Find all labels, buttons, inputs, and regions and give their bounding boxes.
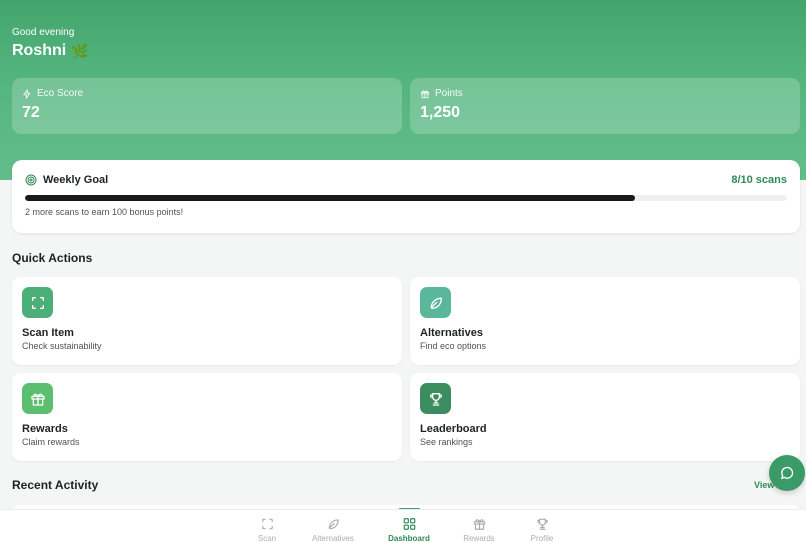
scan-item-name: Scan Item	[22, 327, 74, 339]
alternatives-subtitle: Find eco options	[420, 341, 487, 351]
rewards-action[interactable]: Rewards Claim rewards	[12, 373, 402, 461]
eco-score-label: Eco Score	[37, 88, 84, 99]
leaderboard-action[interactable]: Leaderboard See rankings	[410, 373, 800, 461]
nav-label-profile: Profile	[530, 534, 554, 542]
leaf-emoji-icon: 🌿	[71, 42, 89, 59]
chat-bubble-icon	[781, 466, 794, 479]
target-icon	[25, 174, 37, 186]
chat-button[interactable]	[769, 455, 805, 491]
alternatives-icon-tile	[420, 287, 451, 318]
nav-tab-profile[interactable]: Profile	[510, 510, 574, 542]
points-label-row: Points	[420, 88, 790, 99]
gift-icon	[420, 90, 430, 98]
rewards-name: Rewards	[22, 423, 68, 435]
weekly-goal-header: Weekly Goal 8/10 scans	[25, 174, 787, 186]
gift-icon	[473, 519, 485, 530]
rewards-icon-tile	[22, 383, 53, 414]
scan-item-subtitle: Check sustainability	[22, 341, 102, 351]
dashboard-screen: Good evening Roshni 🌿 Eco Score 72 Point…	[0, 0, 806, 542]
user-name: Roshni 🌿	[12, 42, 89, 60]
nav-tab-dashboard[interactable]: Dashboard	[377, 510, 441, 542]
rewards-subtitle: Claim rewards	[22, 437, 80, 447]
leaf-icon	[430, 297, 442, 309]
weekly-goal-title-row: Weekly Goal	[25, 174, 108, 186]
nav-label-rewards: Rewards	[463, 534, 495, 542]
lightning-icon	[23, 88, 31, 99]
scan-item-icon-tile	[22, 287, 53, 318]
leaf-icon	[328, 519, 339, 530]
trophy-icon	[429, 392, 442, 406]
nav-tab-alternatives[interactable]: Alternatives	[301, 510, 365, 542]
header-hero: Good evening Roshni 🌿 Eco Score 72 Point…	[0, 0, 806, 180]
dashboard-icon	[403, 518, 415, 530]
weekly-goal-title: Weekly Goal	[43, 174, 109, 186]
points-card[interactable]: Points 1,250	[410, 78, 800, 134]
leaderboard-icon-tile	[420, 383, 451, 414]
weekly-goal-progress-fill	[25, 195, 635, 201]
weekly-goal-count: 8/10 scans	[731, 174, 787, 186]
quick-actions-title: Quick Actions	[12, 251, 93, 265]
points-value: 1,250	[420, 104, 461, 121]
gift-icon	[30, 393, 45, 406]
eco-score-value: 72	[22, 104, 40, 121]
nav-tab-rewards[interactable]: Rewards	[447, 510, 511, 542]
recent-activity-title: Recent Activity	[12, 478, 99, 492]
scan-item-action[interactable]: Scan Item Check sustainability	[12, 277, 402, 365]
greeting-text: Good evening	[12, 27, 75, 38]
nav-label-dashboard: Dashboard	[388, 534, 430, 542]
eco-score-label-row: Eco Score	[22, 88, 392, 99]
nav-tab-scan[interactable]: Scan	[235, 510, 299, 542]
eco-score-card[interactable]: Eco Score 72	[12, 78, 402, 134]
weekly-goal-card[interactable]: Weekly Goal 8/10 scans 2 more scans to e…	[12, 160, 800, 233]
leaderboard-name: Leaderboard	[420, 423, 487, 435]
alternatives-name: Alternatives	[420, 327, 483, 339]
user-name-text: Roshni	[12, 42, 67, 59]
alternatives-action[interactable]: Alternatives Find eco options	[410, 277, 800, 365]
leaderboard-subtitle: See rankings	[420, 437, 473, 447]
bottom-navigation: Scan Alternatives Dashboard Rewards Prof…	[0, 509, 806, 542]
scan-icon	[31, 296, 44, 309]
trophy-icon	[536, 518, 548, 530]
nav-label-scan: Scan	[257, 534, 277, 542]
weekly-goal-note: 2 more scans to earn 100 bonus points!	[25, 207, 184, 217]
scan-icon	[261, 518, 273, 530]
weekly-goal-progress-bar	[25, 195, 787, 201]
points-label: Points	[435, 88, 463, 99]
nav-label-alternatives: Alternatives	[312, 534, 354, 542]
